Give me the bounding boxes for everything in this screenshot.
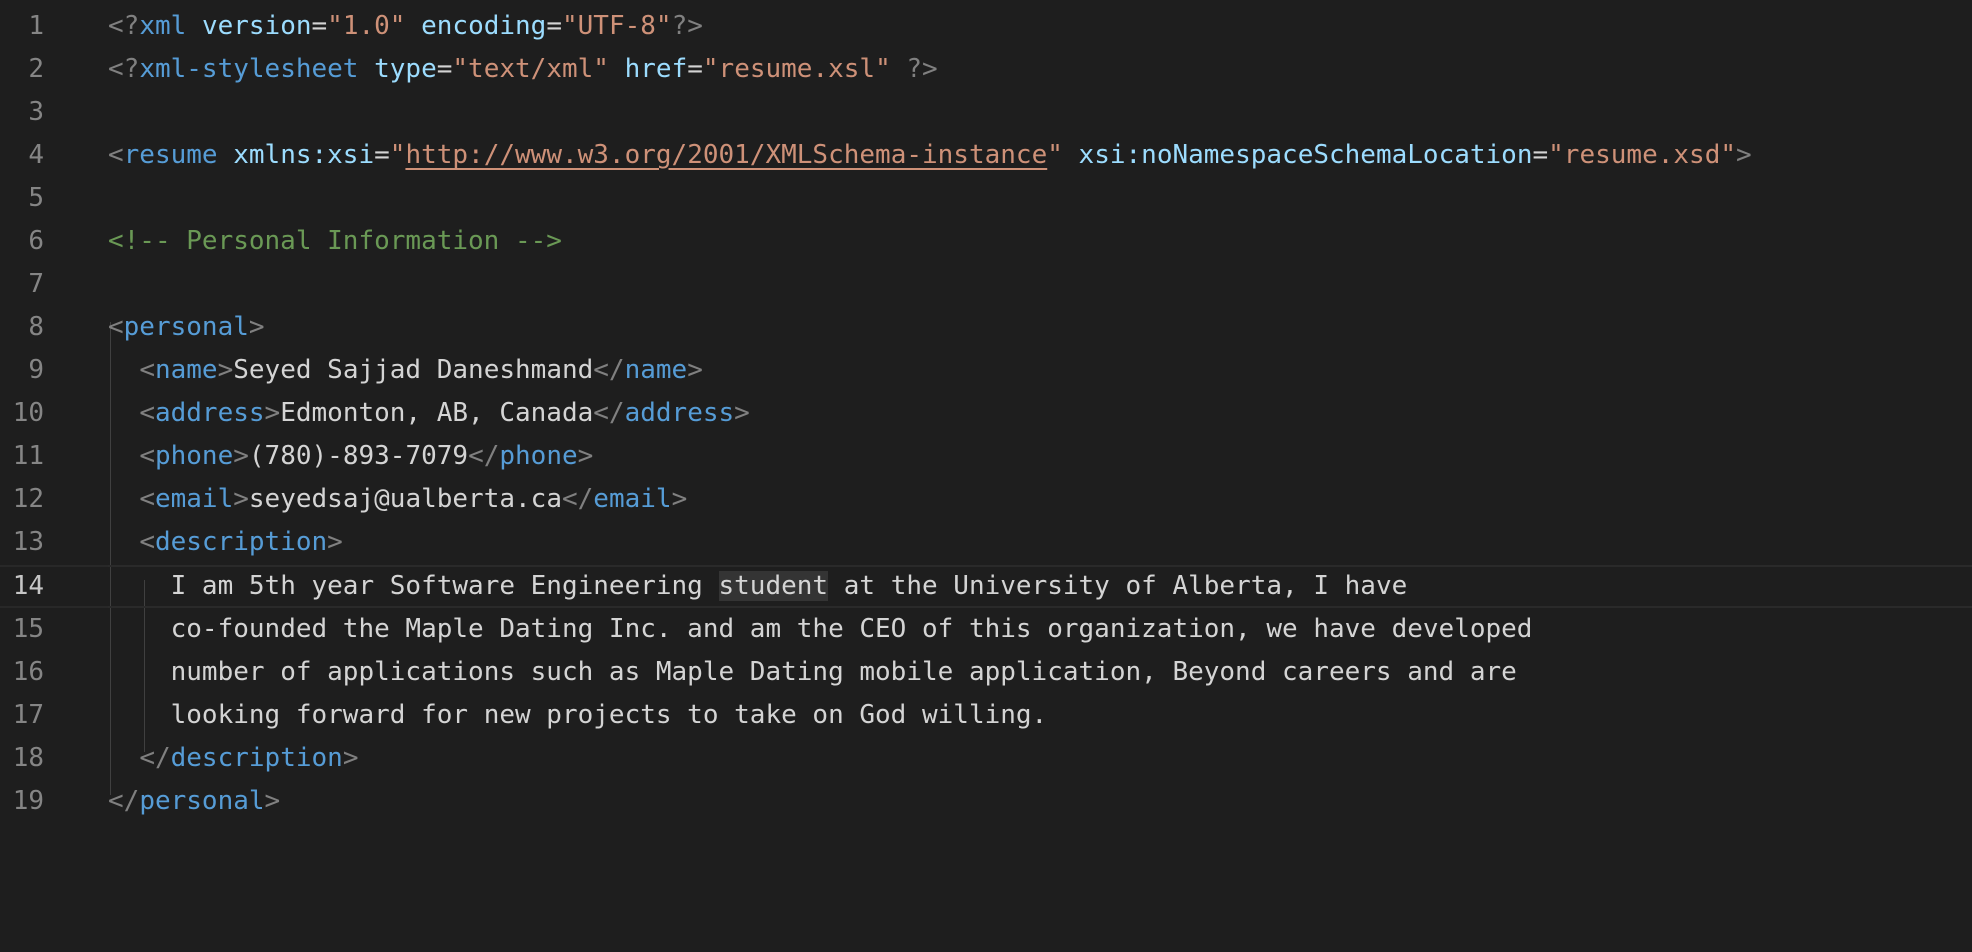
code-line[interactable]: 13 <description> (0, 521, 1972, 564)
line-content[interactable]: <?xml version="1.0" encoding="UTF-8"?> (108, 5, 703, 48)
attr-value: "UTF-8" (562, 11, 672, 41)
code-line-active[interactable]: 14 I am 5th year Software Engineering st… (0, 565, 1972, 608)
tag-name: email (154, 484, 234, 514)
line-content[interactable]: <?xml-stylesheet type="text/xml" href="r… (108, 48, 938, 91)
address-value: Edmonton, AB, Canada (280, 398, 594, 428)
line-number: 6 (28, 226, 44, 256)
line-content[interactable]: looking forward for new projects to take… (108, 694, 1048, 737)
line-number: 18 (12, 743, 44, 773)
line-content[interactable]: <!-- Personal Information --> (108, 220, 562, 263)
tag-name: name (624, 355, 688, 385)
attr-value: "resume.xsd" (1548, 140, 1736, 170)
code-line[interactable]: 18 </description> (0, 737, 1972, 780)
line-number: 19 (12, 786, 44, 816)
code-line[interactable]: 17 looking forward for new projects to t… (0, 694, 1972, 737)
code-line[interactable]: 15 co-founded the Maple Dating Inc. and … (0, 608, 1972, 651)
code-line[interactable]: 11 <phone>(780)-893-7079</phone> (0, 435, 1972, 478)
attr-value: "1.0" (327, 11, 406, 41)
tag-name: phone (154, 441, 234, 471)
code-line[interactable]: 8 <personal> (0, 306, 1972, 349)
attr-name: type (374, 54, 437, 84)
line-number: 10 (12, 398, 44, 428)
line-number: 14 (12, 571, 44, 601)
line-content[interactable]: <description> (108, 521, 343, 564)
line-content[interactable]: number of applications such as Maple Dat… (108, 651, 1517, 694)
code-line[interactable]: 6 <!-- Personal Information --> (0, 220, 1972, 263)
schema-url-link[interactable]: http://www.w3.org/2001/XMLSchema-instanc… (405, 140, 1047, 170)
line-content[interactable]: </personal> (108, 780, 280, 823)
pi-open: <? (108, 54, 140, 84)
line-number: 11 (12, 441, 44, 471)
pi-name: xml (139, 11, 187, 41)
line-number: 1 (28, 11, 44, 41)
pi-close: ?> (671, 11, 703, 41)
xml-comment: <!-- Personal Information --> (108, 226, 562, 256)
code-line[interactable]: 3 (0, 91, 1972, 134)
line-number: 13 (12, 527, 44, 557)
line-content[interactable]: <phone>(780)-893-7079</phone> (108, 435, 593, 478)
attr-value: "resume.xsl" (702, 54, 891, 84)
attr-name: xmlns:xsi (233, 140, 375, 170)
code-line[interactable]: 4 <resume xmlns:xsi="http://www.w3.org/2… (0, 134, 1972, 177)
line-number: 9 (28, 355, 44, 385)
phone-value: (780)-893-7079 (248, 441, 469, 471)
line-content[interactable]: co-founded the Maple Dating Inc. and am … (108, 608, 1533, 651)
name-value: Seyed Sajjad Daneshmand (233, 355, 594, 385)
pi-open: <? (108, 11, 140, 41)
line-content[interactable]: <address>Edmonton, AB, Canada</address> (108, 392, 750, 435)
line-content[interactable]: <email>seyedsaj@ualberta.ca</email> (108, 478, 687, 521)
pi-name: xml-stylesheet (139, 54, 359, 84)
line-number: 16 (12, 657, 44, 687)
line-number: 12 (12, 484, 44, 514)
line-content[interactable]: </description> (108, 737, 358, 780)
line-content[interactable]: <personal> (108, 306, 265, 349)
code-editor[interactable]: 1 <?xml version="1.0" encoding="UTF-8"?>… (0, 0, 1972, 832)
code-line[interactable]: 10 <address>Edmonton, AB, Canada</addres… (0, 392, 1972, 435)
line-content[interactable]: <name>Seyed Sajjad Daneshmand</name> (108, 349, 703, 392)
attr-name: href (624, 54, 688, 84)
tag-name: personal (139, 786, 265, 816)
code-line[interactable]: 12 <email>seyedsaj@ualberta.ca</email> (0, 478, 1972, 521)
line-number: 5 (28, 183, 44, 213)
code-line[interactable]: 1 <?xml version="1.0" encoding="UTF-8"?> (0, 5, 1972, 48)
line-number: 4 (28, 140, 44, 170)
tag-name: resume (123, 140, 218, 170)
line-number: 8 (28, 312, 44, 342)
code-line[interactable]: 5 (0, 177, 1972, 220)
tag-name: email (593, 484, 672, 514)
tag-name: phone (499, 441, 578, 471)
line-content[interactable]: I am 5th year Software Engineering stude… (108, 565, 1407, 608)
tag-name: description (154, 527, 328, 557)
tag-name: personal (123, 312, 249, 342)
line-number: 17 (12, 700, 44, 730)
tag-name: address (154, 398, 265, 428)
code-line[interactable]: 16 number of applications such as Maple … (0, 651, 1972, 694)
code-line[interactable]: 19 </personal> (0, 780, 1972, 823)
tag-name: name (154, 355, 218, 385)
code-line[interactable]: 7 (0, 263, 1972, 306)
code-line[interactable]: 9 <name>Seyed Sajjad Daneshmand</name> (0, 349, 1972, 392)
highlighted-word: student (718, 571, 829, 601)
line-number: 15 (12, 614, 44, 644)
pi-close: ?> (890, 54, 938, 84)
email-value: seyedsaj@ualberta.ca (248, 484, 562, 514)
tag-name: address (624, 398, 735, 428)
attr-name: version (201, 11, 312, 41)
line-content[interactable]: <resume xmlns:xsi="http://www.w3.org/200… (108, 134, 1752, 177)
attr-value: "text/xml" (452, 54, 609, 84)
line-number: 7 (28, 269, 44, 299)
attr-name: xsi:noNamespaceSchemaLocation (1078, 140, 1533, 170)
line-number: 3 (28, 97, 44, 127)
attr-name: encoding (421, 11, 547, 41)
line-number: 2 (28, 54, 44, 84)
code-line[interactable]: 2 <?xml-stylesheet type="text/xml" href=… (0, 48, 1972, 91)
tag-name: description (170, 743, 343, 773)
